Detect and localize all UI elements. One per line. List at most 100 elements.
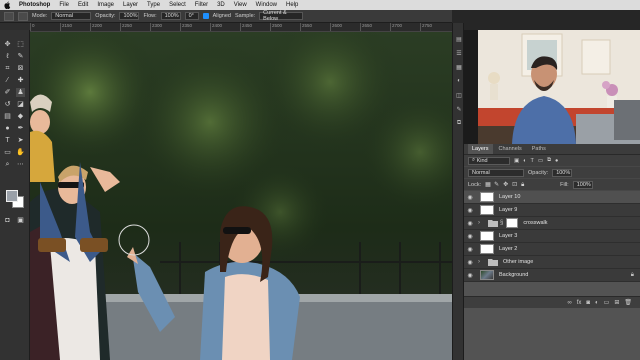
properties-panel-icon[interactable]: ☰ xyxy=(455,49,463,57)
type-filter-icon[interactable]: T xyxy=(531,158,534,164)
libraries-panel-icon[interactable]: ◫ xyxy=(455,91,463,99)
marquee-tool-icon[interactable]: ⬚ xyxy=(16,40,25,49)
brush-settings-icon[interactable]: ✎ xyxy=(455,105,463,113)
pen-tool-icon[interactable]: ✒ xyxy=(16,124,25,133)
brush-tool-icon[interactable]: ✐ xyxy=(3,88,12,97)
pixel-filter-icon[interactable]: ▣ xyxy=(514,158,519,164)
home-icon[interactable] xyxy=(4,11,14,21)
visibility-eye-icon[interactable]: ◉ xyxy=(464,207,476,214)
new-layer-icon[interactable]: ⊞ xyxy=(614,299,619,306)
swatches-panel-icon[interactable]: ▦ xyxy=(455,63,463,71)
menu-layer[interactable]: Layer xyxy=(123,2,138,8)
tab-layers[interactable]: Layers xyxy=(468,144,493,154)
new-group-icon[interactable]: ▭ xyxy=(604,299,610,306)
layer-row-layer-3[interactable]: ◉ Layer 3 xyxy=(464,230,640,243)
layer-name: Other image xyxy=(503,259,534,265)
blend-mode-select[interactable]: Normal xyxy=(468,168,524,177)
ruler-tick: 2350 xyxy=(180,23,210,31)
screen-mode-icon[interactable]: ▣ xyxy=(16,216,25,225)
chevron-right-icon[interactable]: › xyxy=(478,259,484,265)
gradient-tool-icon[interactable]: ▤ xyxy=(3,112,12,121)
tab-paths[interactable]: Paths xyxy=(528,144,550,154)
visibility-eye-icon[interactable]: ◉ xyxy=(464,272,476,279)
visibility-eye-icon[interactable]: ◉ xyxy=(464,259,476,266)
lasso-tool-icon[interactable]: ℓ xyxy=(3,52,12,61)
lock-all-icon[interactable]: 🔒︎ xyxy=(521,182,526,188)
hand-tool-icon[interactable]: ✋ xyxy=(16,148,25,157)
menu-3d[interactable]: 3D xyxy=(217,2,225,8)
menu-photoshop[interactable]: Photoshop xyxy=(19,2,50,8)
lock-position-icon[interactable]: ✥ xyxy=(503,182,508,188)
eraser-tool-icon[interactable]: ◪ xyxy=(16,100,25,109)
kind-filter-select[interactable]: ⌕ Kind xyxy=(468,156,510,165)
layer-opacity-field[interactable]: 100% xyxy=(552,168,573,177)
path-select-tool-icon[interactable]: ➤ xyxy=(16,136,25,145)
eyedropper-tool-icon[interactable]: ⁄ xyxy=(3,76,12,85)
frame-tool-icon[interactable]: ⊠ xyxy=(16,64,25,73)
history-brush-tool-icon[interactable]: ↺ xyxy=(3,100,12,109)
layer-row-layer-2[interactable]: ◉ Layer 2 xyxy=(464,243,640,256)
layer-style-icon[interactable]: fx xyxy=(577,300,582,306)
trash-icon[interactable]: 🗑︎ xyxy=(624,299,632,306)
smart-object-filter-icon[interactable]: ⧉ xyxy=(547,157,551,164)
layer-row-background[interactable]: ◉ Background 🔒︎ xyxy=(464,269,640,282)
angle-field[interactable]: 0° xyxy=(184,12,199,20)
menu-filter[interactable]: Filter xyxy=(195,2,208,8)
flow-field[interactable]: 100% xyxy=(160,12,181,20)
lock-pixels-icon[interactable]: ✎ xyxy=(494,182,499,188)
quick-mask-icon[interactable]: ◘ xyxy=(3,216,12,225)
clone-stamp-preset-icon[interactable] xyxy=(18,11,28,21)
layer-row-layer-10[interactable]: ◉ Layer 10 xyxy=(464,191,640,204)
menu-select[interactable]: Select xyxy=(169,2,186,8)
layer-row-layer-9[interactable]: ◉ Layer 9 xyxy=(464,204,640,217)
filter-toggle-icon[interactable]: ● xyxy=(555,158,558,164)
visibility-eye-icon[interactable]: ◉ xyxy=(464,246,476,253)
menu-image[interactable]: Image xyxy=(97,2,114,8)
fill-field[interactable]: 100% xyxy=(572,180,593,189)
dodge-tool-icon[interactable]: ● xyxy=(3,124,12,133)
add-mask-icon[interactable]: ◙ xyxy=(586,300,590,306)
shape-tool-icon[interactable]: ▭ xyxy=(3,148,12,157)
adjustments-panel-icon[interactable]: ◐ xyxy=(455,77,463,85)
document-canvas[interactable] xyxy=(30,32,452,360)
visibility-eye-icon[interactable]: ◉ xyxy=(464,233,476,240)
top-ruler: 0 2150 2200 2250 2300 2350 2400 2450 2500 2550 260… xyxy=(30,23,452,32)
mode-select[interactable]: Normal xyxy=(51,12,92,20)
link-layers-icon[interactable]: ∞ xyxy=(567,300,571,306)
link-icon[interactable]: § xyxy=(500,220,503,226)
visibility-eye-icon[interactable]: ◉ xyxy=(464,220,476,227)
layer-row-crosswalk[interactable]: ◉ › § crosswalk xyxy=(464,217,640,230)
menu-view[interactable]: View xyxy=(234,2,247,8)
menu-window[interactable]: Window xyxy=(256,2,277,8)
clone-stamp-tool-icon[interactable]: ♟ xyxy=(16,88,25,97)
clone-source-icon[interactable]: ⧉ xyxy=(455,119,463,127)
move-tool-icon[interactable]: ✥ xyxy=(3,40,12,49)
history-panel-icon[interactable]: ▤ xyxy=(455,35,463,43)
more-tools-icon[interactable]: ⋯ xyxy=(16,160,25,169)
zoom-tool-icon[interactable]: ⌕ xyxy=(3,160,12,169)
lock-transparent-icon[interactable]: ▦ xyxy=(485,182,491,188)
tab-channels[interactable]: Channels xyxy=(495,144,526,154)
quick-select-tool-icon[interactable]: ✎ xyxy=(16,52,25,61)
visibility-eye-icon[interactable]: ◉ xyxy=(464,194,476,201)
opacity-field[interactable]: 100% xyxy=(119,12,140,20)
type-tool-icon[interactable]: T xyxy=(3,136,12,145)
apple-icon[interactable] xyxy=(4,1,11,9)
aligned-checkbox[interactable] xyxy=(202,13,209,19)
adjustment-layer-icon[interactable]: ◐ xyxy=(595,300,599,306)
sample-select[interactable]: Current & Below xyxy=(259,10,304,22)
foreground-color-swatch[interactable] xyxy=(6,190,18,202)
healing-tool-icon[interactable]: ✚ xyxy=(16,76,25,85)
blur-tool-icon[interactable]: ◆ xyxy=(16,112,25,121)
menu-help[interactable]: Help xyxy=(286,2,298,8)
lock-artboard-icon[interactable]: ⊡ xyxy=(512,182,517,188)
chevron-right-icon[interactable]: › xyxy=(478,220,484,226)
adjustment-filter-icon[interactable]: ◐ xyxy=(523,158,526,164)
menu-type[interactable]: Type xyxy=(147,2,160,8)
menu-edit[interactable]: Edit xyxy=(78,2,88,8)
menu-file[interactable]: File xyxy=(59,2,69,8)
shape-filter-icon[interactable]: ▭ xyxy=(538,158,543,164)
layer-mask-thumbnail[interactable] xyxy=(506,218,519,228)
crop-tool-icon[interactable]: ⌗ xyxy=(3,64,12,73)
layer-row-other-image[interactable]: ◉ › Other image xyxy=(464,256,640,269)
